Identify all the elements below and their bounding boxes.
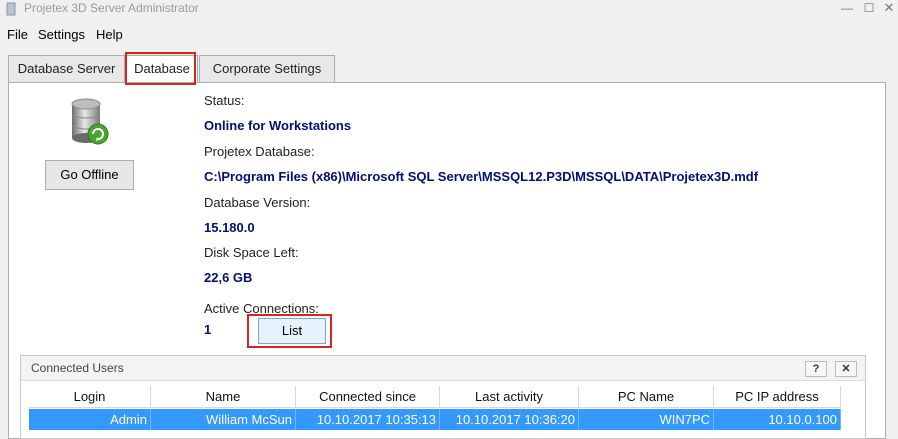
column-pc-ip[interactable]: PC IP address xyxy=(714,386,841,408)
cell-login: Admin xyxy=(29,409,151,430)
grid-header: Login Name Connected since Last activity… xyxy=(29,386,841,408)
menu-help[interactable]: Help xyxy=(96,27,123,42)
column-pc-name[interactable]: PC Name xyxy=(579,386,714,408)
maximize-button[interactable]: ☐ xyxy=(858,0,880,18)
version-label: Database Version: xyxy=(204,195,311,210)
menu-bar: File Settings Help xyxy=(0,26,898,46)
database-path: C:\Program Files (x86)\Microsoft SQL Ser… xyxy=(204,169,759,184)
app-icon xyxy=(6,2,16,16)
connected-users-panel: Connected Users ? ✕ Login Name Connected… xyxy=(20,355,866,439)
database-label: Projetex Database: xyxy=(204,144,315,159)
window-title: Projetex 3D Server Administrator xyxy=(24,1,199,15)
column-connected-since[interactable]: Connected since xyxy=(296,386,440,408)
disk-value: 22,6 GB xyxy=(204,270,253,285)
menu-file[interactable]: File xyxy=(7,27,28,42)
disk-label: Disk Space Left: xyxy=(204,245,299,260)
menu-settings[interactable]: Settings xyxy=(38,27,85,42)
close-button[interactable]: ✕ xyxy=(880,0,898,18)
minimize-button[interactable]: — xyxy=(836,0,858,18)
cell-connected-since: 10.10.2017 10:35:13 xyxy=(296,409,440,430)
tab-corporate-settings[interactable]: Corporate Settings xyxy=(199,55,335,82)
panel-title: Connected Users xyxy=(31,361,124,375)
help-button[interactable]: ? xyxy=(805,361,827,377)
go-offline-button[interactable]: Go Offline xyxy=(45,160,134,190)
connections-count: 1 xyxy=(204,322,212,337)
status-label: Status: xyxy=(204,93,245,108)
highlight-list-button xyxy=(247,314,332,348)
column-last-activity[interactable]: Last activity xyxy=(440,386,579,408)
cell-pc-name: WIN7PC xyxy=(579,409,714,430)
highlight-database-tab xyxy=(125,52,196,85)
cell-last-activity: 10.10.2017 10:36:20 xyxy=(440,409,579,430)
panel-header: Connected Users ? ✕ xyxy=(21,356,865,381)
cell-name: William McSun xyxy=(151,409,296,430)
cell-pc-ip: 10.10.0.100 xyxy=(714,409,841,430)
column-name[interactable]: Name xyxy=(151,386,296,408)
table-row[interactable]: Admin William McSun 10.10.2017 10:35:13 … xyxy=(29,409,841,430)
panel-close-button[interactable]: ✕ xyxy=(835,361,857,377)
title-bar: Projetex 3D Server Administrator — ☐ ✕ xyxy=(0,0,898,20)
status-value: Online for Workstations xyxy=(204,118,352,133)
version-value: 15.180.0 xyxy=(204,220,255,235)
tab-database-server[interactable]: Database Server xyxy=(8,55,125,82)
column-login[interactable]: Login xyxy=(29,386,151,408)
database-icon xyxy=(71,98,109,145)
